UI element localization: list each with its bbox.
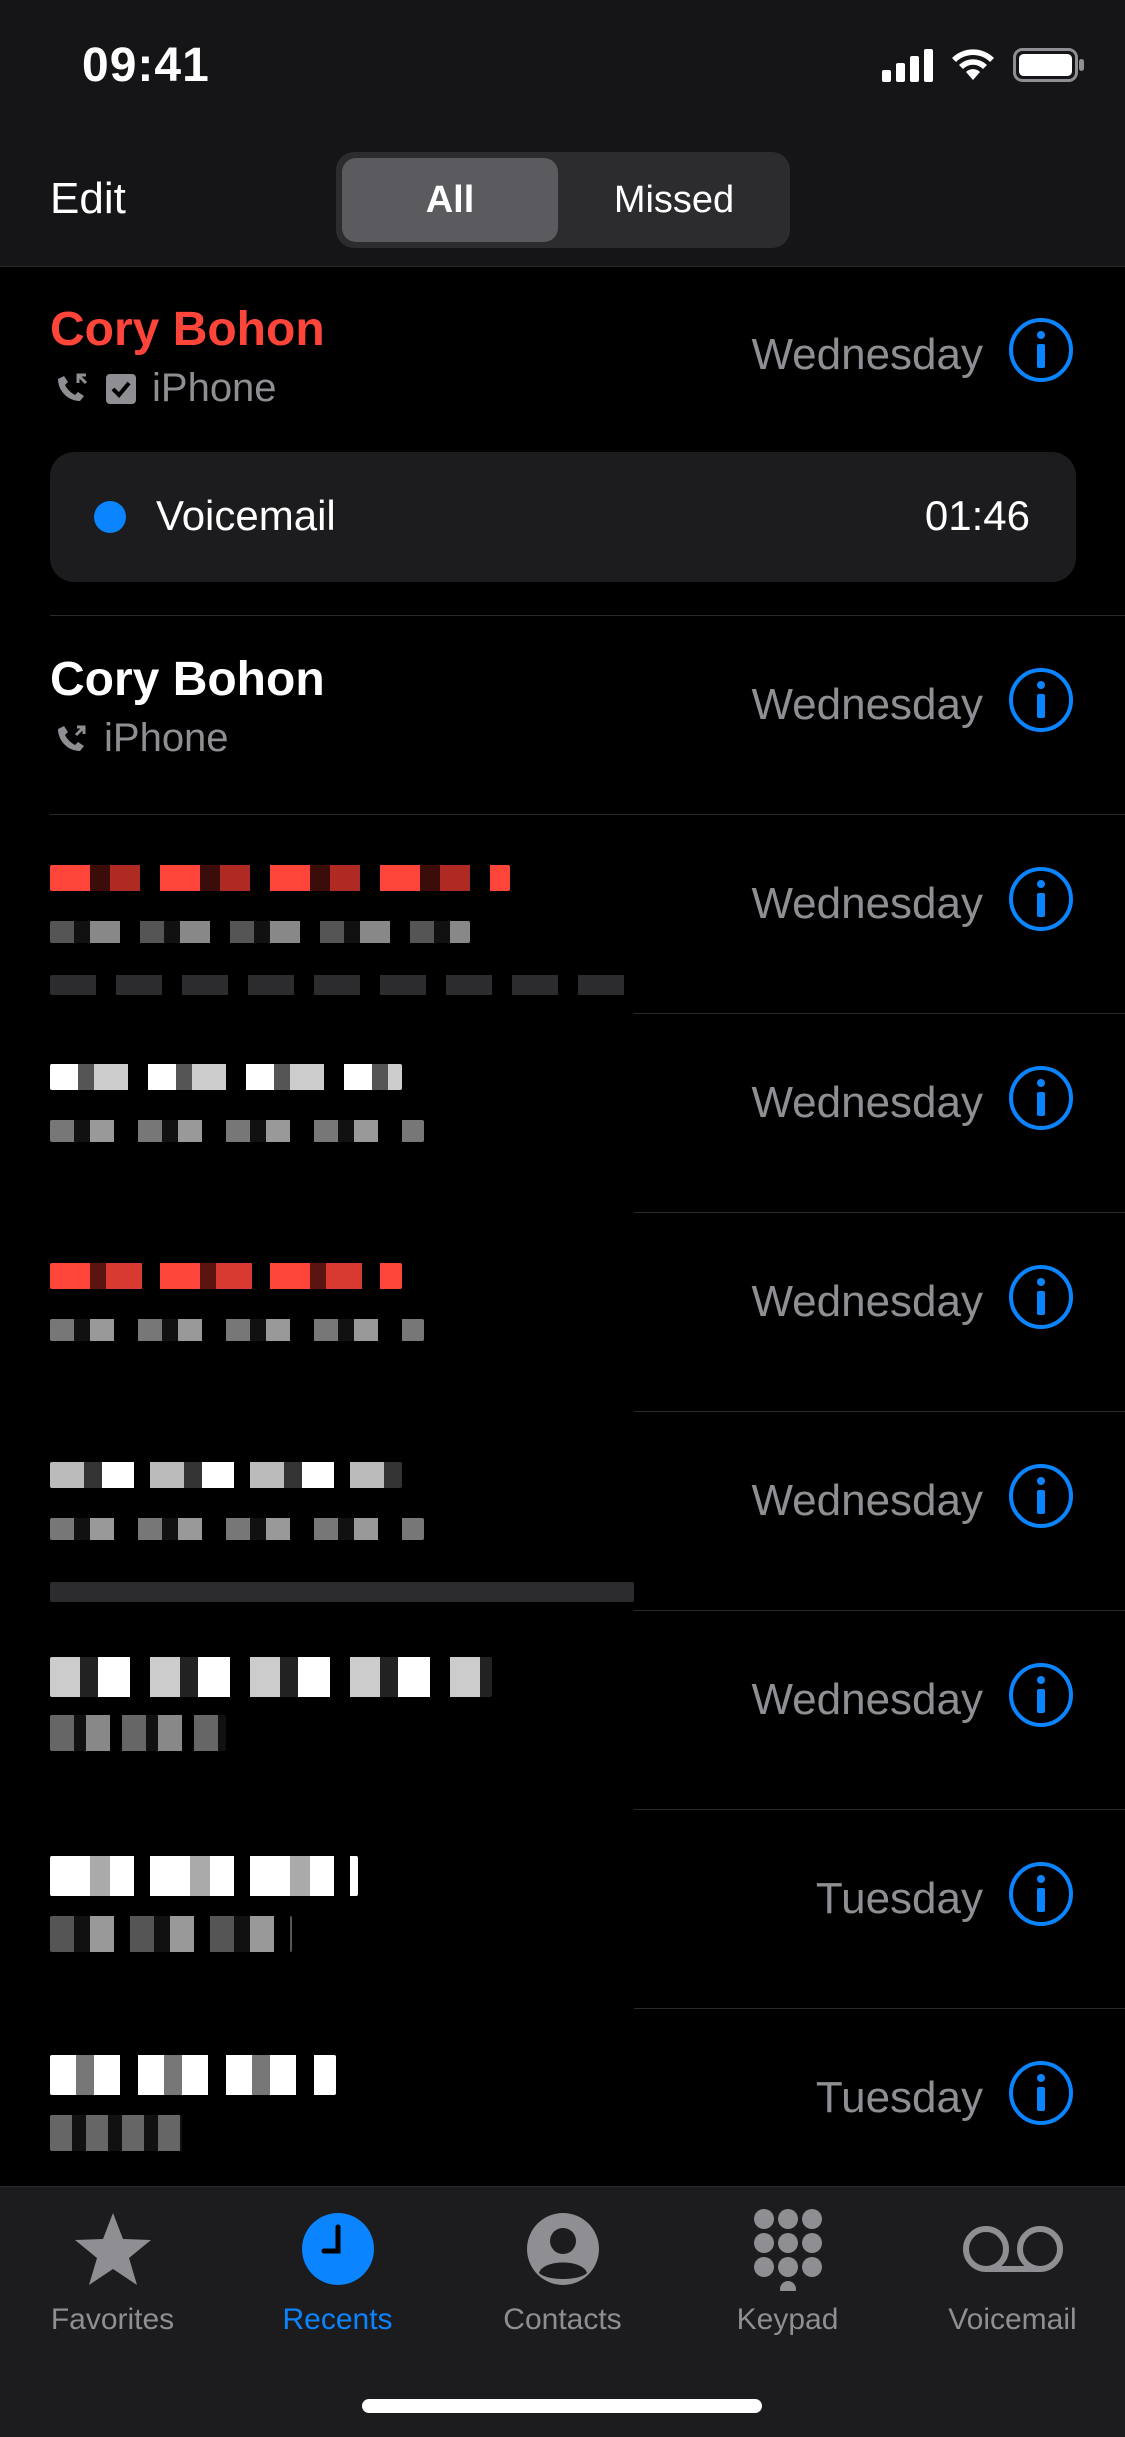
checkbox-icon xyxy=(106,373,136,404)
tab-label: Contacts xyxy=(503,2303,622,2336)
keypad-icon xyxy=(753,2209,822,2291)
wifi-icon xyxy=(952,49,994,80)
voicemail-label: Voicemail xyxy=(156,492,336,539)
status-icons xyxy=(882,48,1085,82)
info-icon[interactable] xyxy=(1007,1064,1075,1132)
redacted-name xyxy=(50,1263,402,1289)
home-indicator[interactable] xyxy=(362,2399,762,2413)
tab-contacts[interactable]: Contacts xyxy=(450,2207,675,2337)
redacted-subtitle xyxy=(50,1319,424,1341)
tab-label: Keypad xyxy=(736,2303,839,2336)
call-row[interactable]: Tuesday xyxy=(0,2009,1125,2186)
redacted-name xyxy=(50,1064,402,1090)
info-icon[interactable] xyxy=(1007,316,1075,384)
caller-name: Cory Bohon xyxy=(50,653,325,706)
unheard-dot xyxy=(94,501,126,533)
redacted-name xyxy=(50,1462,402,1488)
call-row[interactable]: Wednesday xyxy=(0,1213,1125,1412)
redacted-subtitle xyxy=(50,2115,182,2151)
tab-label: Favorites xyxy=(50,2303,175,2336)
info-icon[interactable] xyxy=(1007,666,1075,734)
call-row[interactable]: Wednesday xyxy=(0,1412,1125,1611)
voicemail-icon xyxy=(962,2226,1063,2272)
call-device: iPhone xyxy=(152,366,277,410)
person-circle-icon xyxy=(526,2213,599,2285)
cellular-signal-icon xyxy=(882,48,933,82)
call-subtitle: iPhone xyxy=(50,716,229,761)
redacted-name xyxy=(50,1856,358,1896)
info-icon[interactable] xyxy=(1007,1661,1075,1729)
missed-call-icon xyxy=(58,373,88,401)
call-row[interactable]: Cory Bohon iPhone Wednesday Voicemail 01… xyxy=(0,266,1125,616)
redacted-subtitle xyxy=(50,1518,424,1540)
tab-bar: Favorites Recents Contacts Keypad Voicem… xyxy=(0,2186,1125,2437)
call-date: Wednesday xyxy=(751,1675,983,1724)
call-date: Wednesday xyxy=(751,330,983,379)
outgoing-call-icon xyxy=(58,725,86,751)
tab-recents[interactable]: Recents xyxy=(225,2207,450,2337)
call-row[interactable]: Wednesday xyxy=(0,1611,1125,1810)
segment-missed[interactable]: Missed xyxy=(564,158,784,242)
call-row[interactable]: Cory Bohon iPhone Wednesday xyxy=(0,616,1125,815)
recents-list[interactable]: Cory Bohon iPhone Wednesday Voicemail 01… xyxy=(0,266,1125,2186)
redacted-name xyxy=(50,1657,492,1697)
battery-icon xyxy=(1013,48,1084,82)
call-row[interactable]: Wednesday xyxy=(0,815,1125,1014)
call-device: iPhone xyxy=(104,716,229,760)
status-time: 09:41 xyxy=(82,39,210,92)
tab-voicemail[interactable]: Voicemail xyxy=(900,2207,1125,2337)
voicemail-duration: 01:46 xyxy=(924,492,1030,539)
info-icon[interactable] xyxy=(1007,865,1075,933)
call-row[interactable]: Tuesday xyxy=(0,1810,1125,2009)
star-icon xyxy=(74,2213,151,2285)
tab-label: Voicemail xyxy=(948,2303,1077,2336)
tab-keypad[interactable]: Keypad xyxy=(675,2207,900,2337)
redacted-separator xyxy=(50,1582,634,1602)
call-date: Tuesday xyxy=(815,2073,983,2122)
edit-button[interactable]: Edit xyxy=(50,174,126,224)
call-date: Wednesday xyxy=(751,1078,983,1127)
call-subtitle: iPhone xyxy=(50,366,277,411)
clock-icon xyxy=(301,2213,374,2285)
call-row[interactable]: Wednesday xyxy=(0,1014,1125,1213)
info-icon[interactable] xyxy=(1007,1263,1075,1331)
redacted-subtitle xyxy=(50,1715,226,1751)
call-date: Tuesday xyxy=(815,1874,983,1923)
voicemail-card[interactable]: Voicemail 01:46 xyxy=(50,452,1076,582)
tab-label: Recents xyxy=(282,2303,393,2336)
recents-filter-segmented-control: All Missed xyxy=(336,152,790,248)
navigation-bar: Edit All Missed xyxy=(0,140,1125,267)
redacted-subtitle xyxy=(50,1120,424,1142)
info-icon[interactable] xyxy=(1007,1860,1075,1928)
segment-all[interactable]: All xyxy=(342,158,558,242)
call-date: Wednesday xyxy=(751,879,983,928)
redacted-name xyxy=(50,2055,336,2095)
redacted-name xyxy=(50,865,510,891)
call-date: Wednesday xyxy=(751,1277,983,1326)
tab-favorites[interactable]: Favorites xyxy=(0,2207,225,2337)
redacted-separator xyxy=(50,975,634,995)
call-date: Wednesday xyxy=(751,1476,983,1525)
info-icon[interactable] xyxy=(1007,2059,1075,2127)
info-icon[interactable] xyxy=(1007,1462,1075,1530)
call-date: Wednesday xyxy=(751,680,983,729)
status-bar: 09:41 xyxy=(0,0,1125,140)
redacted-subtitle xyxy=(50,921,470,943)
redacted-subtitle xyxy=(50,1916,292,1952)
caller-name: Cory Bohon xyxy=(50,303,325,356)
